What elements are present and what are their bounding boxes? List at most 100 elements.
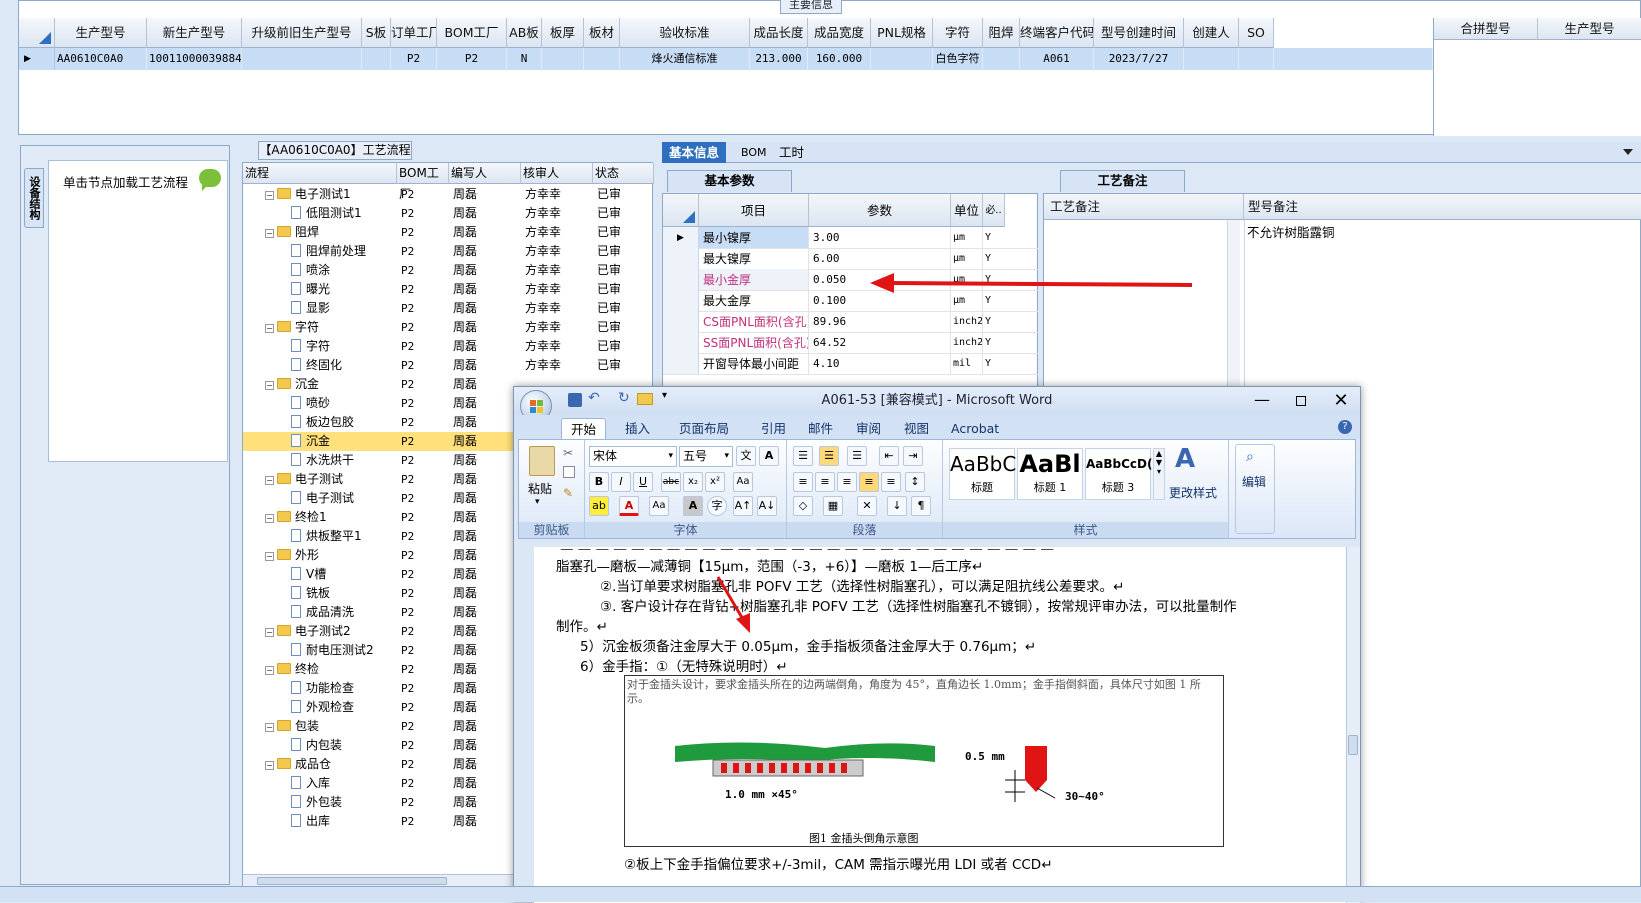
main-cell-10[interactable]: 213.000 bbox=[750, 48, 808, 70]
process-row[interactable]: 喷涂 P2 周磊 方幸幸 已审 bbox=[243, 261, 654, 280]
collapse-icon[interactable]: − bbox=[265, 191, 274, 200]
param-value[interactable]: 4.10 bbox=[809, 353, 951, 374]
main-col-6[interactable]: AB板 bbox=[507, 18, 542, 48]
left-load-area[interactable]: 单击节点加载工艺流程 bbox=[48, 160, 228, 462]
superscript-icon[interactable]: x² bbox=[705, 472, 725, 492]
main-cell-9[interactable]: 烽火通信标准 bbox=[620, 48, 750, 70]
sort-icon[interactable]: ↓ bbox=[887, 496, 907, 516]
main-cell-2[interactable] bbox=[242, 48, 362, 70]
main-col-9[interactable]: 验收标准 bbox=[620, 18, 750, 48]
doc-vertical-scrollbar[interactable] bbox=[1346, 547, 1360, 903]
param-value[interactable]: 64.52 bbox=[809, 332, 951, 353]
align-center-icon[interactable]: ≡ bbox=[815, 472, 835, 492]
main-cell-12[interactable] bbox=[871, 48, 933, 70]
collapse-icon[interactable]: − bbox=[265, 552, 274, 561]
main-col-8[interactable]: 板材 bbox=[584, 18, 620, 48]
process-row[interactable]: 低阻测试1 P2 周磊 方幸幸 已审 bbox=[243, 204, 654, 223]
collapse-icon[interactable]: − bbox=[265, 476, 274, 485]
align-left-icon[interactable]: ≡ bbox=[793, 472, 813, 492]
equipment-structure-tab[interactable]: 设备结构 bbox=[24, 168, 44, 228]
main-cell-1[interactable]: 10011000039884 bbox=[147, 48, 242, 70]
document-page[interactable]: — — — — — — — — — — — — — — — — — — — — … bbox=[534, 541, 1346, 903]
paste-dropdown-icon[interactable]: ▾ bbox=[535, 497, 540, 507]
param-row[interactable]: ▶ 最小镍厚 3.00 μm Y bbox=[663, 227, 1039, 249]
main-cell-15[interactable]: A061 bbox=[1020, 48, 1094, 70]
col-status[interactable]: 状态 bbox=[593, 163, 654, 184]
shading-icon[interactable]: ◇ bbox=[793, 496, 813, 516]
main-cell-3[interactable] bbox=[362, 48, 391, 70]
justify-icon[interactable]: ≡ bbox=[859, 472, 879, 492]
main-cell-7[interactable] bbox=[542, 48, 584, 70]
collapse-icon[interactable]: − bbox=[265, 514, 274, 523]
main-cell-14[interactable] bbox=[983, 48, 1020, 70]
char-border-icon[interactable]: A bbox=[759, 446, 779, 466]
main-cell-6[interactable]: N bbox=[507, 48, 542, 70]
distributed-icon[interactable]: ≡ bbox=[881, 472, 901, 492]
numbering-icon[interactable]: ☰ bbox=[819, 446, 839, 466]
font-name-select[interactable]: 宋体 ▾ bbox=[589, 446, 677, 467]
main-col-11[interactable]: 成品宽度 bbox=[808, 18, 871, 48]
process-row[interactable]: − 电子测试1 P2 周磊 方幸幸 已审 bbox=[243, 185, 654, 204]
collapse-icon[interactable]: − bbox=[265, 381, 274, 390]
multilevel-list-icon[interactable]: ☰ bbox=[847, 446, 867, 466]
word-window[interactable]: A061-53 [兼容模式] - Microsoft Word ↶ ↻ ▾ — … bbox=[513, 386, 1361, 903]
align-right-icon[interactable]: ≡ bbox=[837, 472, 857, 492]
enclose-char-icon[interactable]: 字 bbox=[707, 496, 727, 516]
col-required[interactable]: 必.. bbox=[983, 194, 1005, 227]
main-col-15[interactable]: 终端客户代码 bbox=[1020, 18, 1094, 48]
shrink-font-icon[interactable]: A↓ bbox=[757, 496, 777, 516]
col-reviewer[interactable]: 核审人 bbox=[521, 163, 593, 184]
main-col-10[interactable]: 成品长度 bbox=[750, 18, 808, 48]
main-cell-8[interactable] bbox=[584, 48, 620, 70]
paste-icon[interactable] bbox=[529, 446, 555, 476]
process-row[interactable]: 终固化 P2 周磊 方幸幸 已审 bbox=[243, 356, 654, 375]
ribbon-tab-references[interactable]: 引用 bbox=[752, 418, 795, 439]
italic-icon[interactable]: I bbox=[611, 472, 631, 492]
cut-icon[interactable]: ✂ bbox=[563, 446, 573, 460]
param-value[interactable]: 3.00 bbox=[809, 227, 951, 248]
param-row[interactable]: CS面PNL面积(含孔) 89.96 inch2 Y bbox=[663, 311, 1039, 333]
ribbon-tab-home[interactable]: 开始 bbox=[561, 418, 607, 439]
param-value[interactable]: 6.00 bbox=[809, 248, 951, 269]
model-remark-text[interactable]: 不允许树脂露铜 bbox=[1247, 222, 1335, 241]
clear-format-icon[interactable]: Aa bbox=[733, 472, 753, 492]
redo-icon[interactable]: ↻ bbox=[618, 390, 630, 406]
ribbon-tab-review[interactable]: 审阅 bbox=[847, 418, 890, 439]
font-color-icon[interactable]: A bbox=[619, 496, 639, 516]
chinese-layout-icon[interactable]: ✕ bbox=[857, 496, 877, 516]
ribbon-tab-insert[interactable]: 插入 bbox=[616, 418, 659, 439]
help-icon[interactable]: ? bbox=[1338, 420, 1352, 434]
col-item[interactable]: 项目 bbox=[699, 194, 809, 227]
process-row[interactable]: − 字符 P2 周磊 方幸幸 已审 bbox=[243, 318, 654, 337]
style-heading1[interactable]: AaBl 标题 1 bbox=[1017, 448, 1083, 500]
main-col-5[interactable]: BOM工厂 bbox=[437, 18, 507, 48]
param-row[interactable]: 最大镍厚 6.00 μm Y bbox=[663, 248, 1039, 270]
main-col-12[interactable]: PNL规格 bbox=[871, 18, 933, 48]
char-shading-icon[interactable]: A bbox=[683, 496, 703, 516]
style-heading3[interactable]: AaBbCcD( 标题 3 bbox=[1085, 448, 1153, 500]
maximize-button[interactable] bbox=[1282, 387, 1322, 415]
collapse-icon[interactable]: − bbox=[265, 666, 274, 675]
font-size-select[interactable]: 五号 ▾ bbox=[679, 446, 733, 467]
col-unit[interactable]: 单位 bbox=[951, 194, 983, 227]
underline-icon[interactable]: U bbox=[633, 472, 653, 492]
subscript-icon[interactable]: x₂ bbox=[683, 472, 703, 492]
main-cell-16[interactable]: 2023/7/27 bbox=[1094, 48, 1184, 70]
process-row[interactable]: 显影 P2 周磊 方幸幸 已审 bbox=[243, 299, 654, 318]
main-cell-13[interactable]: 白色字符 bbox=[933, 48, 983, 70]
collapse-icon[interactable]: − bbox=[265, 628, 274, 637]
col-flow[interactable]: 流程 bbox=[243, 163, 397, 184]
ribbon-tab-view[interactable]: 视图 bbox=[895, 418, 938, 439]
close-button[interactable]: ✕ bbox=[1322, 387, 1360, 415]
decrease-indent-icon[interactable]: ⇤ bbox=[879, 446, 899, 466]
tab-basic-info[interactable]: 基本信息 bbox=[662, 142, 727, 163]
increase-indent-icon[interactable]: ⇥ bbox=[903, 446, 923, 466]
main-col-16[interactable]: 型号创建时间 bbox=[1094, 18, 1184, 48]
main-cell-18[interactable] bbox=[1239, 48, 1274, 70]
borders-icon[interactable]: ▦ bbox=[823, 496, 843, 516]
paste-button[interactable]: 粘贴 bbox=[528, 480, 552, 497]
main-col-14[interactable]: 阻焊 bbox=[983, 18, 1020, 48]
main-cell-0[interactable]: AA0610C0A0 bbox=[55, 48, 147, 70]
bold-icon[interactable]: B bbox=[589, 472, 609, 492]
collapse-icon[interactable]: − bbox=[265, 324, 274, 333]
